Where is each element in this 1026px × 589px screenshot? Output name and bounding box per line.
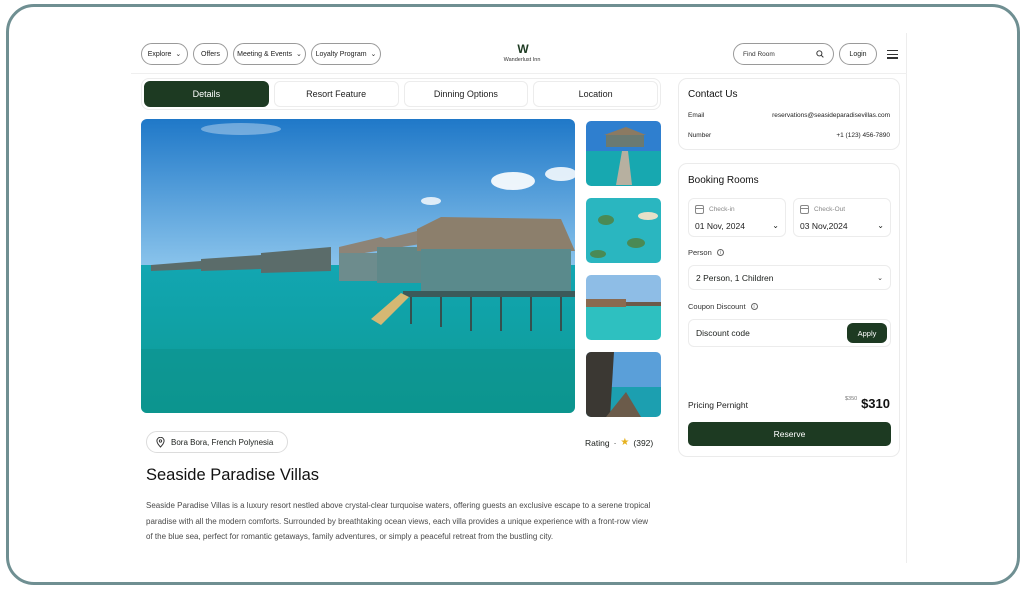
calendar-icon <box>695 205 704 214</box>
tab-location[interactable]: Location <box>533 81 658 107</box>
number-label: Number <box>688 132 712 139</box>
info-icon[interactable]: i <box>750 303 758 310</box>
logo-mark: W <box>517 42 528 56</box>
thumbnail-3[interactable] <box>586 275 661 340</box>
chevron-down-icon: ⌄ <box>877 221 884 230</box>
nav-meeting-label: Meeting & Events <box>237 50 292 58</box>
coupon-label: Coupon Discount i <box>688 302 758 311</box>
property-title: Seaside Paradise Villas <box>146 466 320 484</box>
tab-dinning-options[interactable]: Dinning Options <box>403 81 529 107</box>
checkin-value: 01 Nov, 2024 <box>695 221 745 231</box>
search-input[interactable]: Find Room <box>733 43 834 65</box>
thumbnail-1[interactable] <box>586 121 661 186</box>
thumbnail-2[interactable] <box>586 198 661 263</box>
checkout-select[interactable]: Check-Out 03 Nov,2024 ⌄ <box>793 198 891 237</box>
logo-text: Wanderlust Inn <box>503 57 541 63</box>
calendar-icon <box>800 205 809 214</box>
contact-card: Contact Us Email reservations@seasidepar… <box>678 78 900 150</box>
search-placeholder: Find Room <box>743 50 775 58</box>
search-icon <box>816 50 824 58</box>
nav-loyalty-program[interactable]: Loyalty Program ⌄ <box>311 43 381 65</box>
page-edge-divider <box>906 33 907 563</box>
login-button[interactable]: Login <box>839 43 877 65</box>
coupon-field[interactable]: Discount code Apply <box>688 319 891 347</box>
header-divider <box>131 73 907 74</box>
nav-offers[interactable]: Offers <box>193 43 228 65</box>
email-value[interactable]: reservations@seasideparadisevillas.com <box>772 112 890 119</box>
email-label: Email <box>688 112 705 119</box>
checkin-select[interactable]: Check-in 01 Nov, 2024 ⌄ <box>688 198 786 237</box>
detail-tabs: Details Resort Feature Dinning Options L… <box>141 78 661 110</box>
booking-title: Booking Rooms <box>688 175 759 186</box>
new-price: $310 <box>861 396 890 411</box>
star-icon: ★ <box>620 437 630 448</box>
rating-label: Rating <box>585 437 610 448</box>
nav-explore-label: Explore <box>147 50 172 58</box>
booking-card: Booking Rooms Check-in 01 Nov, 2024 ⌄ Ch… <box>678 163 900 457</box>
hotel-page: Explore ⌄ Offers Meeting & Events ⌄ Loya… <box>131 33 907 563</box>
person-value: 2 Person, 1 Children <box>696 272 774 283</box>
chevron-down-icon: ⌄ <box>772 221 779 230</box>
coupon-label-text: Coupon Discount <box>688 302 746 311</box>
location-chip[interactable]: Bora Bora, French Polynesia <box>146 431 288 453</box>
person-label-text: Person <box>688 248 712 257</box>
checkout-label: Check-Out <box>814 206 846 213</box>
thumbnail-4[interactable] <box>586 352 661 417</box>
person-label: Person i <box>688 248 724 257</box>
checkout-value: 03 Nov,2024 <box>800 221 848 231</box>
nav-loyalty-label: Loyalty Program <box>315 50 367 58</box>
nav-offers-label: Offers <box>201 50 220 58</box>
login-label: Login <box>849 50 867 58</box>
number-value[interactable]: +1 (123) 456-7890 <box>836 132 890 139</box>
contact-title: Contact Us <box>688 89 738 100</box>
nav-explore[interactable]: Explore ⌄ <box>141 43 188 65</box>
rating: Rating · ★ (392) <box>585 437 653 448</box>
reserve-button[interactable]: Reserve <box>688 422 891 446</box>
location-text: Bora Bora, French Polynesia <box>171 437 274 447</box>
pricing-label: Pricing Pernight <box>688 400 749 410</box>
logo[interactable]: W Wanderlust Inn <box>497 43 547 63</box>
location-pin-icon <box>156 436 165 448</box>
person-select[interactable]: 2 Person, 1 Children ⌄ <box>688 265 891 290</box>
nav-meeting-events[interactable]: Meeting & Events ⌄ <box>233 43 306 65</box>
browser-frame: Explore ⌄ Offers Meeting & Events ⌄ Loya… <box>6 4 1020 585</box>
coupon-placeholder: Discount code <box>696 328 750 338</box>
chevron-down-icon: ⌄ <box>175 51 182 58</box>
rating-count: (392) <box>633 437 654 448</box>
main-villa-photo[interactable] <box>141 119 575 413</box>
chevron-down-icon: ⌄ <box>877 274 883 282</box>
chevron-down-icon: ⌄ <box>296 51 302 58</box>
info-icon[interactable]: i <box>716 249 724 256</box>
old-price: $350 <box>845 396 858 402</box>
rating-separator: · <box>613 437 617 448</box>
tab-resort-feature[interactable]: Resort Feature <box>273 81 399 107</box>
property-description: Seaside Paradise Villas is a luxury reso… <box>146 501 651 541</box>
tab-details[interactable]: Details <box>144 81 269 107</box>
apply-button[interactable]: Apply <box>847 323 887 343</box>
checkin-label: Check-in <box>709 206 735 213</box>
chevron-down-icon: ⌄ <box>370 51 377 58</box>
menu-icon[interactable] <box>887 50 898 61</box>
